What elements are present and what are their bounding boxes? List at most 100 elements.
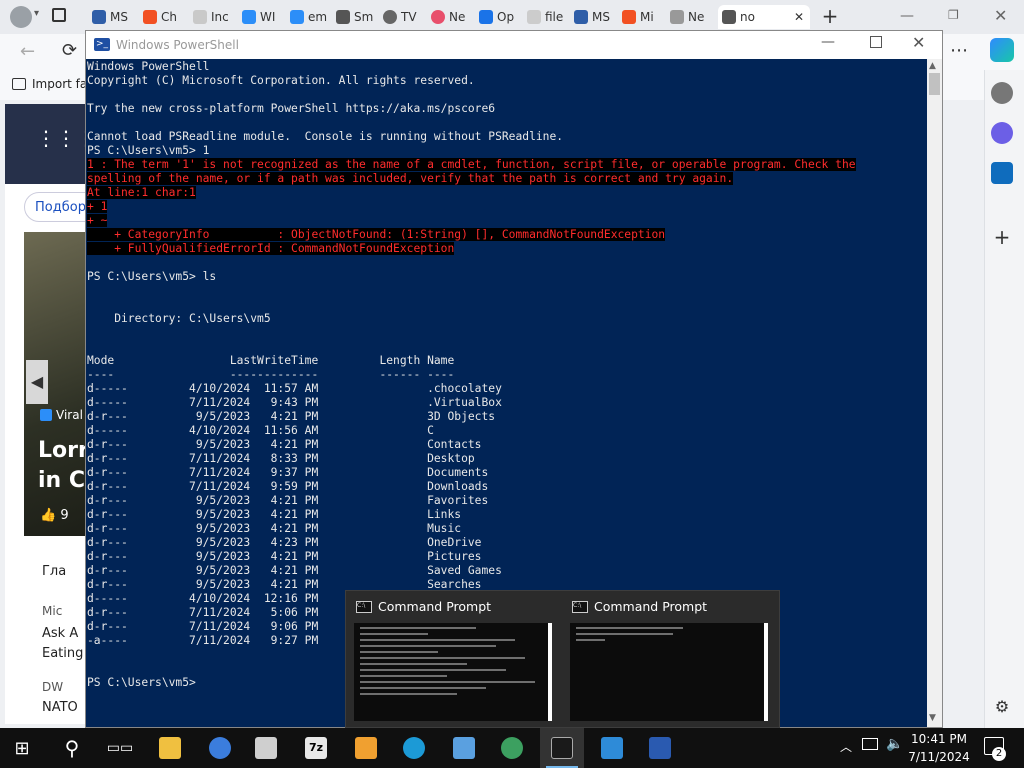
browser-tab[interactable]: MS xyxy=(574,5,618,29)
volume-icon[interactable]: 🔈 xyxy=(886,736,903,752)
thumbnail-command-prompt-1[interactable]: C:\ Command Prompt xyxy=(346,591,560,727)
browser-tab[interactable]: Mi xyxy=(622,5,666,29)
error-text: + ~ xyxy=(87,214,108,227)
scrollbar-thumb[interactable] xyxy=(929,73,940,95)
console-error-line: + 1 xyxy=(87,200,108,214)
console-line: d-r--- 9/5/2023 4:21 PM Favorites xyxy=(87,494,489,507)
chrome-icon xyxy=(209,737,231,759)
taskbar-app-network[interactable] xyxy=(442,728,486,768)
browser-tab-active[interactable]: no ✕ xyxy=(718,5,810,29)
taskbar-app-edge[interactable] xyxy=(392,728,436,768)
notification-badge: 2 xyxy=(992,747,1006,761)
paint-icon xyxy=(355,737,377,759)
7zip-icon: 7z xyxy=(305,737,327,759)
more-options-icon[interactable]: ⋯ xyxy=(950,40,968,61)
copilot-icon[interactable] xyxy=(990,38,1014,62)
browser-tab[interactable]: TV xyxy=(383,5,427,29)
taskbar-app-powershell[interactable] xyxy=(638,728,682,768)
console-line: Windows PowerShell xyxy=(87,60,210,73)
profile-avatar[interactable] xyxy=(10,6,32,28)
console-line: d----- 7/11/2024 9:43 PM .VirtualBox xyxy=(87,396,502,409)
source-logo-icon xyxy=(40,409,52,421)
virtualbox-icon xyxy=(255,737,277,759)
close-button[interactable]: ✕ xyxy=(912,33,925,52)
taskbar-app-command-prompt[interactable] xyxy=(540,728,584,768)
browser-tab[interactable]: Sm xyxy=(336,5,380,29)
taskbar-app-file-explorer[interactable] xyxy=(148,728,192,768)
error-text: + 1 xyxy=(87,200,108,213)
console-line: d-r--- 9/5/2023 4:21 PM Contacts xyxy=(87,438,482,451)
tab-favicon-icon xyxy=(622,10,636,24)
error-text: At line:1 char:1 xyxy=(87,186,196,199)
console-line: d-r--- 9/5/2023 4:21 PM Saved Games xyxy=(87,564,502,577)
console-line: PS C:\Users\vm5> 1 xyxy=(87,144,210,157)
search-icon[interactable] xyxy=(991,82,1013,104)
tab-favicon-icon xyxy=(479,10,493,24)
scrollbar[interactable]: ▲ ▼ xyxy=(927,59,942,727)
taskbar-app-remote-desktop[interactable] xyxy=(590,728,634,768)
import-favorites-button[interactable]: Import fa xyxy=(12,77,87,91)
chevron-down-icon[interactable]: ▾ xyxy=(34,8,39,19)
browser-tab[interactable]: WI xyxy=(242,5,286,29)
scroll-up-icon[interactable]: ▲ xyxy=(929,61,936,71)
network-icon[interactable] xyxy=(862,738,878,750)
task-view-button[interactable]: ▭▭ xyxy=(98,728,142,768)
close-tab-icon[interactable]: ✕ xyxy=(794,10,804,24)
error-text: 1 : The term '1' is not recognized as th… xyxy=(87,158,856,171)
console-line: -a---- 7/11/2024 9:27 PM xyxy=(87,634,319,647)
maximize-button[interactable] xyxy=(870,36,882,48)
browser-close-button[interactable]: ✕ xyxy=(994,6,1007,25)
browser-tab[interactable]: Ne xyxy=(670,5,714,29)
browser-tab[interactable]: em xyxy=(290,5,334,29)
console-line: d-r--- 7/11/2024 8:33 PM Desktop xyxy=(87,452,475,465)
browser-tab[interactable]: Ne xyxy=(431,5,475,29)
settings-gear-icon[interactable]: ⚙ xyxy=(991,696,1013,718)
clock-date[interactable]: 7/11/2024 xyxy=(904,750,974,764)
add-icon[interactable]: + xyxy=(991,226,1013,248)
tab-favicon-icon xyxy=(670,10,684,24)
console-line: PS C:\Users\vm5> ls xyxy=(87,270,217,283)
browser-tab[interactable]: file xyxy=(527,5,571,29)
taskbar-app-chrome[interactable] xyxy=(198,728,242,768)
powershell-icon: >_ xyxy=(94,38,110,51)
like-count[interactable]: 👍 9 xyxy=(40,508,69,523)
powershell-titlebar[interactable]: >_ Windows PowerShell — ✕ xyxy=(86,31,942,59)
console-line: d-r--- 9/5/2023 4:21 PM Music xyxy=(87,522,462,535)
taskbar-app-7zip[interactable]: 7z xyxy=(294,728,338,768)
taskbar-app-virtualbox[interactable] xyxy=(244,728,288,768)
tab-favicon-icon xyxy=(290,10,304,24)
back-button[interactable]: ← xyxy=(20,41,35,62)
show-hidden-icons-chevron-icon[interactable]: ︿ xyxy=(840,738,852,755)
copilot-sidebar-icon[interactable] xyxy=(991,122,1013,144)
tab-favicon-icon xyxy=(242,10,256,24)
clock-time[interactable]: 10:41 PM xyxy=(904,732,974,746)
console-line: d-r--- 9/5/2023 4:21 PM Pictures xyxy=(87,550,482,563)
browser-tab[interactable]: MS xyxy=(92,5,136,29)
carousel-prev-button[interactable]: ◀ xyxy=(26,360,48,404)
search-button[interactable]: ⚲ xyxy=(50,728,94,768)
browser-tab[interactable]: Ch xyxy=(143,5,187,29)
console-line: d-r--- 7/11/2024 5:06 PM xyxy=(87,606,319,619)
browser-tab[interactable]: Inc xyxy=(193,5,237,29)
thumbnail-command-prompt-2[interactable]: C:\ Command Prompt xyxy=(562,591,776,727)
taskbar-app-paint[interactable] xyxy=(344,728,388,768)
tab-favicon-icon xyxy=(722,10,736,24)
tab-favicon-icon xyxy=(336,10,350,24)
tab-favicon-icon xyxy=(527,10,541,24)
console-line: d----- 4/10/2024 11:57 AM .chocolatey xyxy=(87,382,502,395)
error-text: + CategoryInfo : ObjectNotFound: (1:Stri… xyxy=(87,228,666,241)
browser-restore-button[interactable]: ❐ xyxy=(948,8,959,22)
minimize-button[interactable]: — xyxy=(821,34,835,50)
scroll-down-icon[interactable]: ▼ xyxy=(929,713,936,723)
console-error-line: 1 : The term '1' is not recognized as th… xyxy=(87,158,856,172)
task-view-icon: ▭▭ xyxy=(106,740,134,756)
browser-tab[interactable]: Op xyxy=(479,5,523,29)
new-tab-button[interactable]: + xyxy=(818,5,842,29)
browser-minimize-button[interactable]: — xyxy=(900,8,914,24)
file-explorer-icon xyxy=(159,737,181,759)
tab-actions-icon[interactable] xyxy=(52,8,66,22)
outlook-icon[interactable] xyxy=(991,162,1013,184)
refresh-button[interactable]: ⟳ xyxy=(62,40,77,61)
taskbar-app-globe[interactable] xyxy=(490,728,534,768)
start-button[interactable]: ⊞ xyxy=(0,728,44,768)
